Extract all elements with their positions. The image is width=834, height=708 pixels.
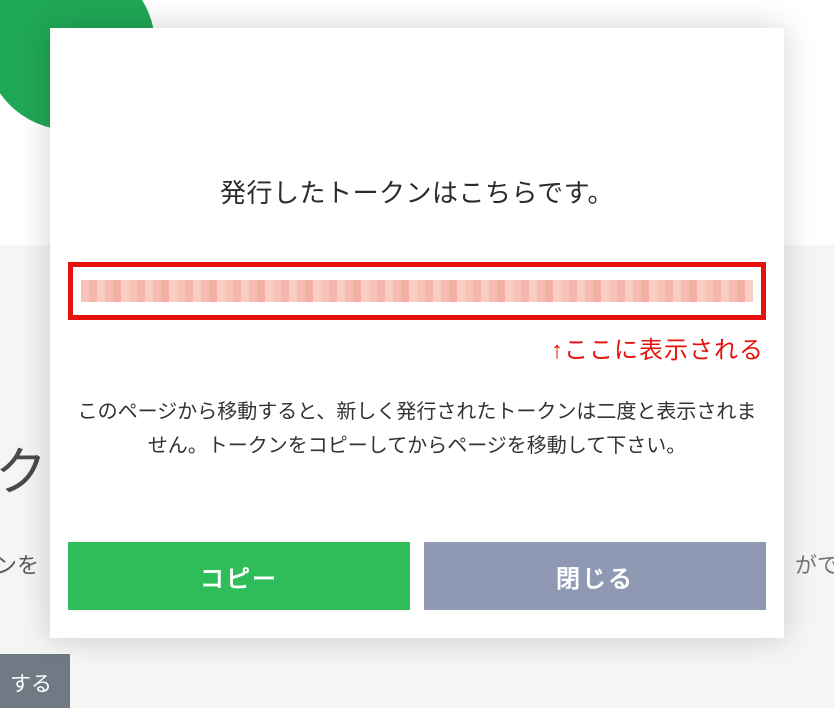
modal-button-row: コピー 閉じる: [68, 542, 766, 610]
bg-text-fragment: ンを: [0, 548, 39, 580]
copy-button[interactable]: コピー: [68, 542, 410, 610]
modal-title: 発行したトークンはこちらです。: [50, 173, 784, 210]
bg-text-fragment: がで: [795, 548, 834, 580]
modal-warning-message: このページから移動すると、新しく発行されたトークンは二度と表示されません。トーク…: [68, 395, 766, 463]
bg-text-fragment: ク: [0, 430, 47, 505]
close-button[interactable]: 閉じる: [424, 542, 766, 610]
token-modal: 発行したトークンはこちらです。 ↑ここに表示される このページから移動すると、新…: [50, 28, 784, 638]
bg-button-fragment: する: [0, 654, 70, 708]
annotation-label: ↑ここに表示される: [50, 330, 764, 365]
token-display-field[interactable]: [68, 262, 766, 320]
token-value-obscured: [81, 280, 753, 302]
